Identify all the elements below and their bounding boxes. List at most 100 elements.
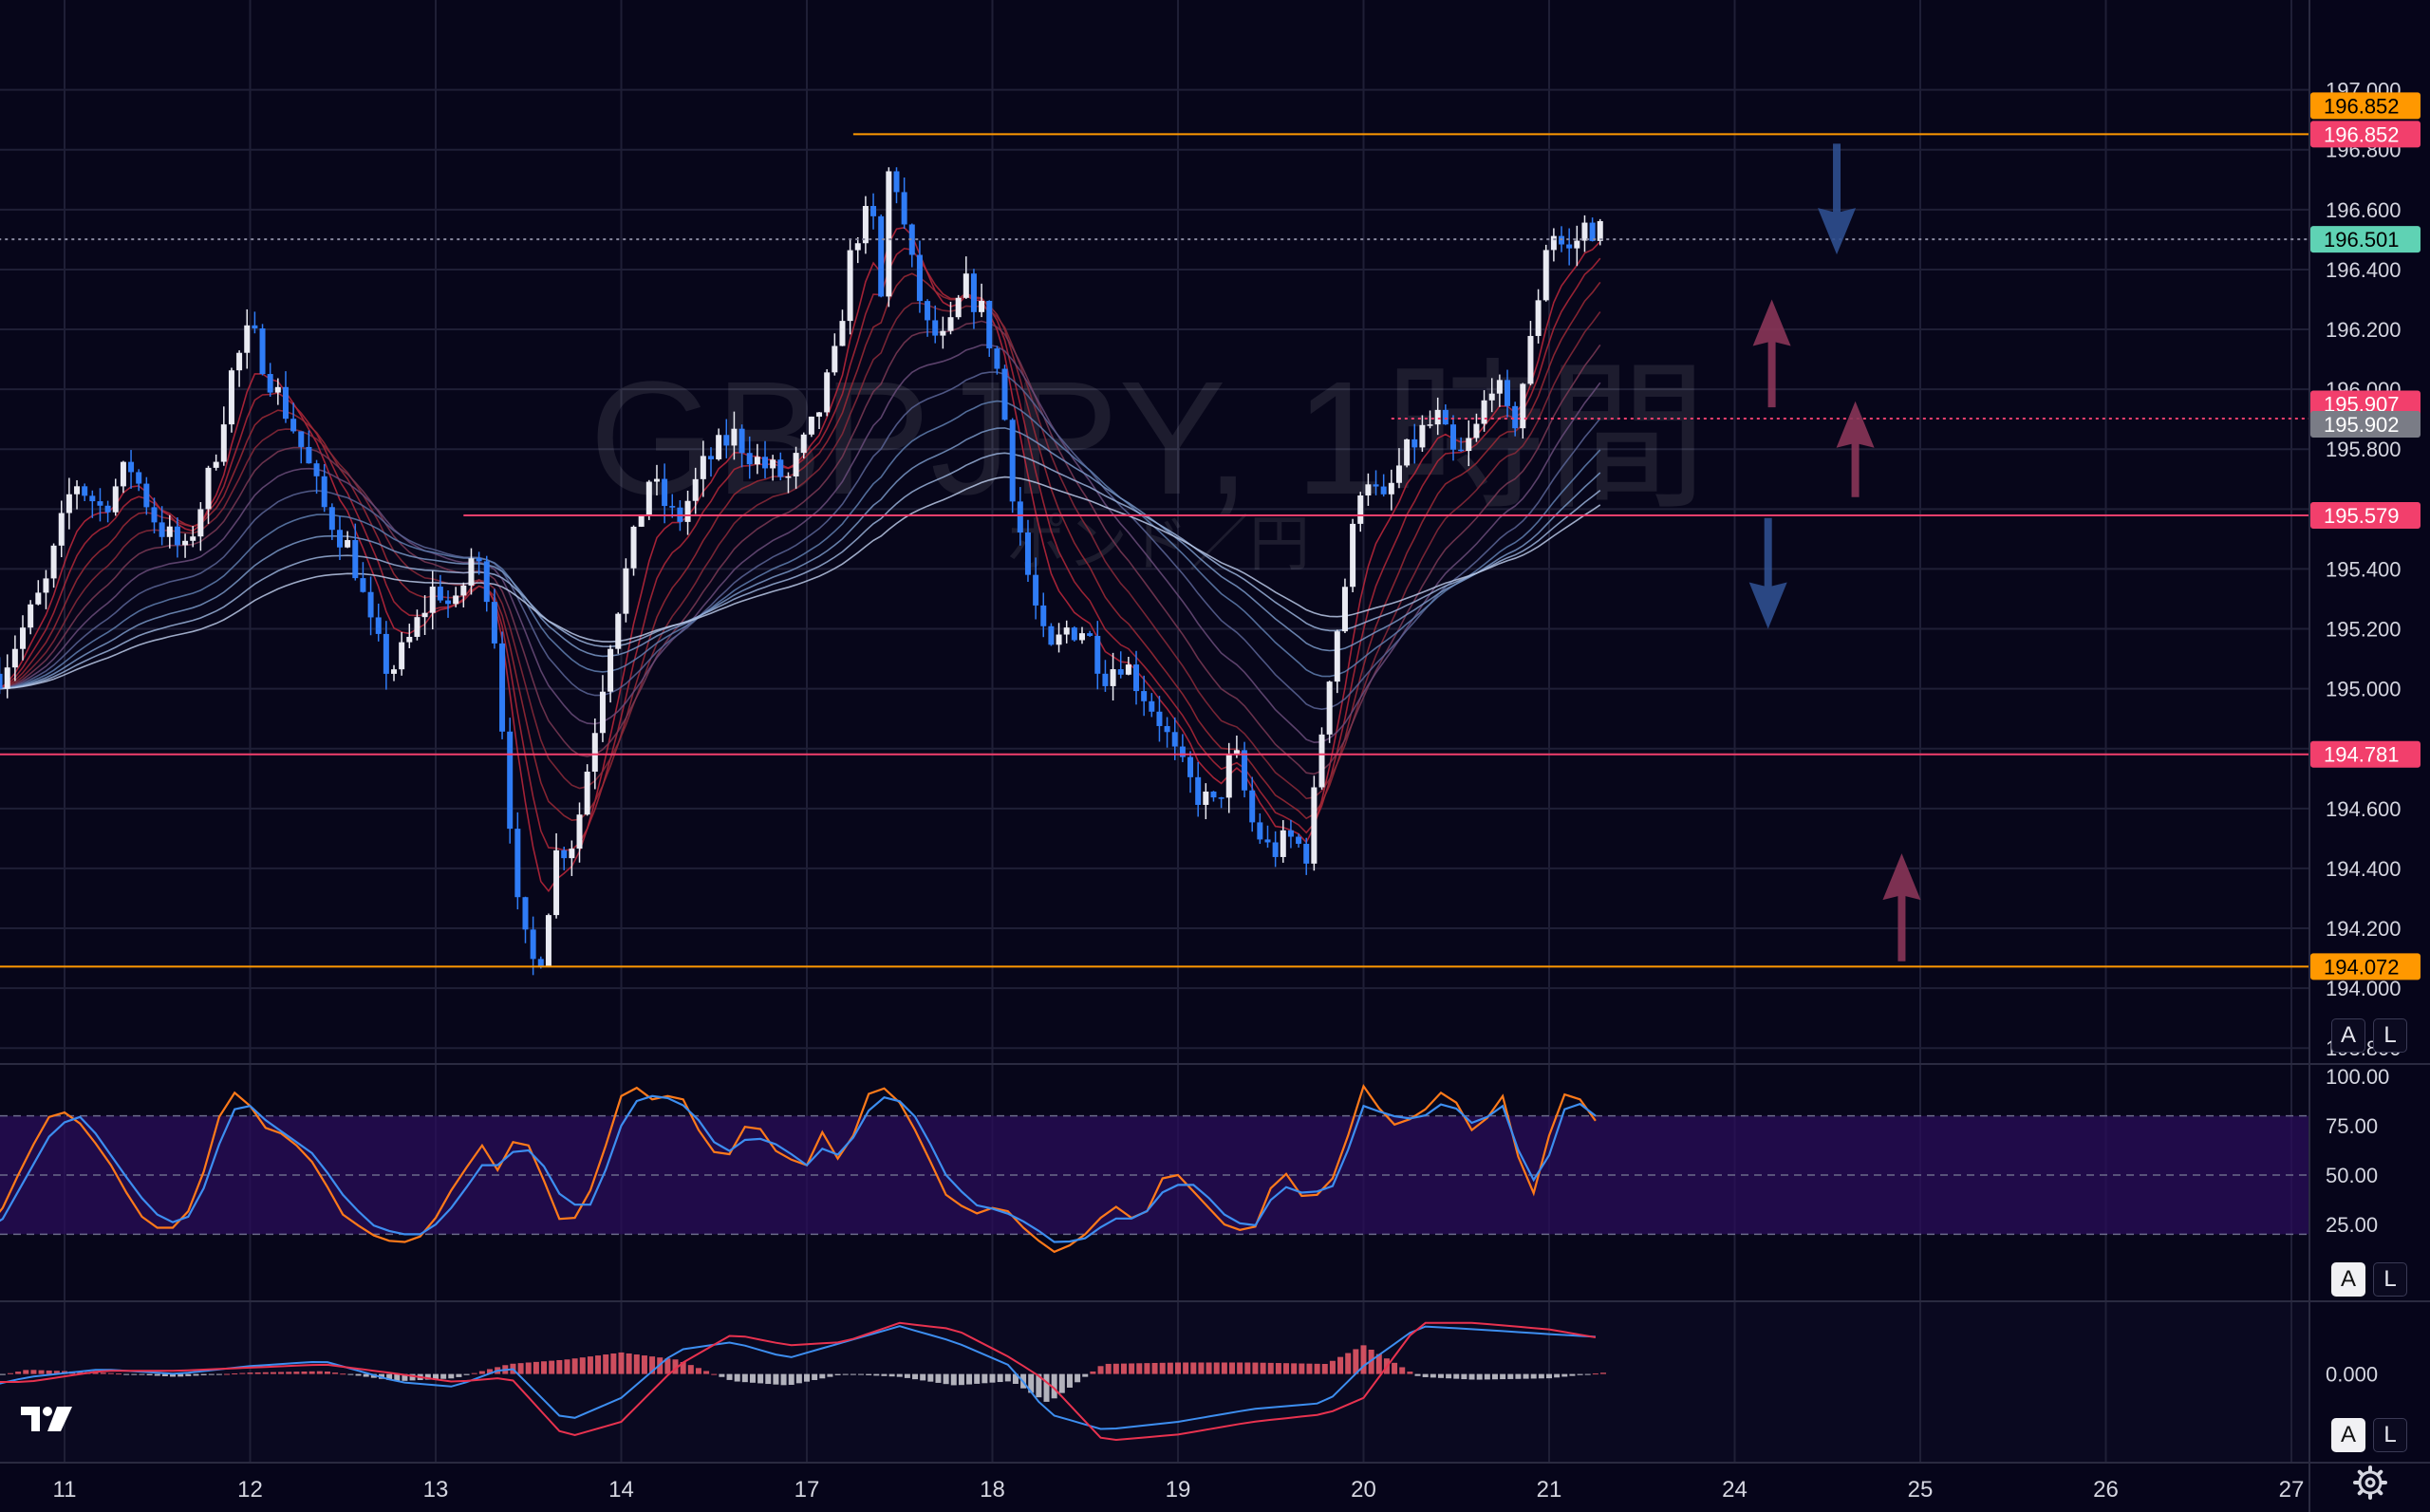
candle-body — [1512, 405, 1519, 429]
candle-body — [623, 568, 629, 614]
candle-body — [1110, 669, 1116, 686]
macd-histogram-bar — [301, 1371, 308, 1374]
candle-body — [893, 171, 900, 193]
candle-body — [1473, 423, 1480, 439]
macd-histogram-bar — [610, 1353, 617, 1374]
chart-background — [0, 0, 2430, 1512]
macd-histogram-bar — [1175, 1362, 1181, 1374]
macd-histogram-bar — [1360, 1345, 1367, 1374]
macd-histogram-bar — [1584, 1373, 1591, 1375]
time-tick-label: 25 — [1908, 1477, 1934, 1503]
macd-histogram-bar — [812, 1373, 818, 1380]
macd-histogram-bar — [448, 1373, 455, 1379]
macd-histogram-bar — [579, 1357, 586, 1374]
candle-body — [1257, 822, 1263, 840]
candle-body — [746, 453, 753, 465]
candle-body — [1365, 484, 1372, 495]
candle-body — [1203, 791, 1209, 806]
candle-body — [653, 478, 660, 482]
candle-body — [220, 424, 227, 462]
candle-body — [429, 587, 436, 613]
log-scale-button[interactable]: L — [2373, 1018, 2407, 1053]
macd-histogram-bar — [1229, 1362, 1236, 1374]
symbol-title: GBPJPY, 1時間 — [589, 348, 1708, 529]
candle-body — [197, 509, 204, 537]
candle-body — [1395, 465, 1402, 483]
candle-body — [1357, 495, 1364, 524]
chart-canvas[interactable]: GBPJPY, 1時間 ポンド／円 197.000196.800196.6001… — [0, 0, 2430, 1512]
candle-body — [1249, 790, 1256, 823]
macd-histogram-bar — [1461, 1373, 1467, 1380]
macd-histogram-bar — [641, 1355, 647, 1374]
price-tag-label: 196.501 — [2324, 228, 2400, 252]
candle-body — [43, 578, 49, 593]
macd-histogram-bar — [842, 1373, 849, 1375]
macd-histogram-bar — [1252, 1362, 1259, 1374]
candle-body — [932, 320, 939, 336]
macd-histogram-bar — [1538, 1373, 1544, 1379]
candle-body — [1280, 830, 1286, 857]
macd-histogram-bar — [989, 1373, 996, 1383]
macd-histogram-bar — [1468, 1373, 1475, 1380]
macd-histogram-bar — [719, 1373, 725, 1377]
candle-body — [491, 602, 497, 644]
candle-body — [754, 457, 760, 465]
macd-histogram-bar — [178, 1373, 184, 1377]
macd-histogram-bar — [123, 1373, 130, 1375]
candle-body — [58, 513, 65, 546]
time-tick-label: 26 — [2093, 1477, 2119, 1503]
candle-body — [770, 459, 776, 469]
macd-histogram-bar — [15, 1372, 22, 1374]
macd-histogram-bar — [1577, 1373, 1583, 1375]
candle-body — [313, 463, 320, 476]
time-tick-label: 14 — [608, 1477, 634, 1503]
candle-body — [514, 829, 521, 898]
stoch-auto-scale-button[interactable]: A — [2331, 1262, 2365, 1297]
stoch-log-scale-button[interactable]: L — [2373, 1262, 2407, 1297]
candle-body — [638, 515, 645, 527]
candle-body — [553, 849, 560, 916]
macd-histogram-bar — [1414, 1373, 1421, 1376]
macd-log-scale-button[interactable]: L — [2373, 1418, 2407, 1452]
time-tick-label: 20 — [1351, 1477, 1376, 1503]
macd-histogram-bar — [440, 1373, 447, 1379]
macd-histogram-bar — [1097, 1366, 1104, 1374]
macd-histogram-bar — [1329, 1360, 1336, 1374]
auto-scale-button[interactable]: A — [2331, 1018, 2365, 1053]
candle-body — [608, 648, 614, 692]
candle-body — [1434, 409, 1441, 425]
macd-histogram-bar — [215, 1373, 222, 1375]
candle-body — [1033, 574, 1039, 606]
candle-body — [1380, 486, 1387, 495]
candle-body — [970, 273, 977, 312]
candle-body — [1303, 844, 1310, 864]
candle-body — [785, 476, 792, 478]
macd-histogram-bar — [943, 1373, 949, 1385]
candle-body — [878, 215, 885, 297]
macd-histogram-bar — [1392, 1362, 1398, 1374]
candle-body — [1225, 754, 1232, 798]
macd-histogram-bar — [456, 1373, 462, 1377]
candle-body — [1505, 380, 1511, 406]
macd-histogram-bar — [1082, 1373, 1089, 1377]
price-tag-label: 194.072 — [2324, 955, 2400, 979]
candle-body — [151, 507, 158, 523]
candle-body — [1388, 482, 1394, 495]
candle-body — [1341, 587, 1348, 632]
candle-body — [862, 206, 869, 244]
macd-histogram-bar — [1120, 1363, 1127, 1374]
tradingview-logo[interactable] — [19, 1403, 76, 1437]
time-tick-label: 27 — [2279, 1477, 2305, 1503]
macd-histogram-bar — [1600, 1372, 1607, 1374]
gear-icon[interactable] — [2351, 1464, 2389, 1502]
macd-histogram-bar — [966, 1373, 973, 1385]
candle-body — [282, 386, 289, 420]
macd-histogram-bar — [525, 1362, 532, 1374]
macd-histogram-bar — [1453, 1373, 1460, 1379]
macd-auto-scale-button[interactable]: A — [2331, 1418, 2365, 1452]
candle-body — [1411, 439, 1418, 448]
macd-pane-bg — [0, 1302, 2308, 1462]
candle-body — [1078, 633, 1085, 641]
candle-body — [0, 673, 3, 689]
candle-body — [290, 419, 297, 432]
